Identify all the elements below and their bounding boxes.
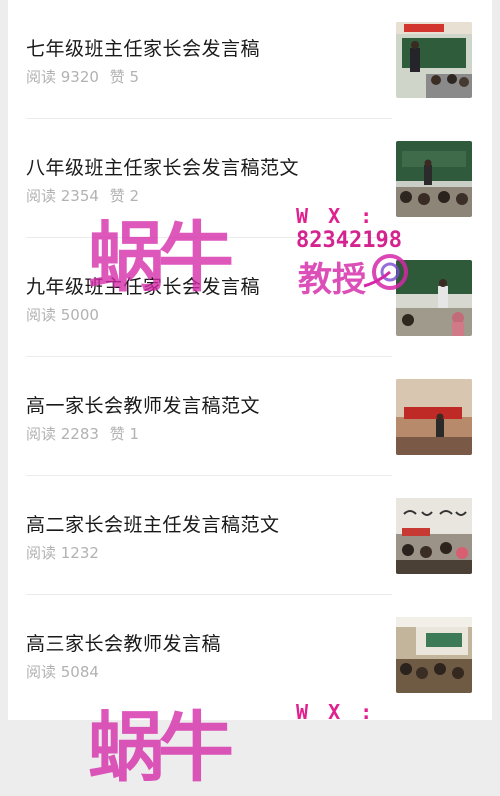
article-list: 七年级班主任家长会发言稿 阅读 9320 赞 5 八年级班主任家长会发言稿范文 bbox=[8, 0, 492, 720]
list-item[interactable]: 高二家长会班主任发言稿范文 阅读 1232 bbox=[8, 476, 492, 595]
read-count: 阅读 5084 bbox=[26, 663, 99, 681]
article-title[interactable]: 高二家长会班主任发言稿范文 bbox=[26, 510, 280, 537]
article-title[interactable]: 高一家长会教师发言稿范文 bbox=[26, 391, 260, 418]
read-count: 阅读 1232 bbox=[26, 544, 99, 562]
article-meta: 阅读 9320 赞 5 bbox=[26, 66, 145, 87]
article-title[interactable]: 八年级班主任家长会发言稿范文 bbox=[26, 153, 299, 180]
article-thumbnail[interactable] bbox=[396, 379, 472, 455]
article-thumbnail[interactable] bbox=[396, 141, 472, 217]
read-count: 阅读 2354 bbox=[26, 187, 99, 205]
list-item[interactable]: 高一家长会教师发言稿范文 阅读 2283 赞 1 bbox=[8, 357, 492, 476]
list-item[interactable]: 高三家长会教师发言稿 阅读 5084 bbox=[8, 595, 492, 714]
article-title[interactable]: 高三家长会教师发言稿 bbox=[26, 629, 221, 656]
read-count: 阅读 9320 bbox=[26, 68, 99, 86]
article-thumbnail[interactable] bbox=[396, 22, 472, 98]
article-title[interactable]: 九年级班主任家长会发言稿 bbox=[26, 272, 260, 299]
article-thumbnail[interactable] bbox=[396, 260, 472, 336]
list-item[interactable]: 九年级班主任家长会发言稿 阅读 5000 bbox=[8, 238, 492, 357]
article-meta: 阅读 2354 赞 2 bbox=[26, 185, 145, 206]
article-title[interactable]: 七年级班主任家长会发言稿 bbox=[26, 34, 260, 61]
read-count: 阅读 5000 bbox=[26, 306, 99, 324]
article-meta: 阅读 1232 bbox=[26, 542, 105, 563]
list-item[interactable]: 八年级班主任家长会发言稿范文 阅读 2354 赞 2 bbox=[8, 119, 492, 238]
article-meta: 阅读 5084 bbox=[26, 661, 105, 682]
article-thumbnail[interactable] bbox=[396, 498, 472, 574]
like-count: 赞 1 bbox=[109, 425, 140, 443]
list-item[interactable]: 七年级班主任家长会发言稿 阅读 9320 赞 5 bbox=[8, 0, 492, 119]
article-meta: 阅读 5000 bbox=[26, 304, 105, 325]
like-count: 赞 5 bbox=[109, 68, 140, 86]
like-count: 赞 2 bbox=[109, 187, 140, 205]
article-thumbnail[interactable] bbox=[396, 617, 472, 693]
article-meta: 阅读 2283 赞 1 bbox=[26, 423, 145, 444]
read-count: 阅读 2283 bbox=[26, 425, 99, 443]
